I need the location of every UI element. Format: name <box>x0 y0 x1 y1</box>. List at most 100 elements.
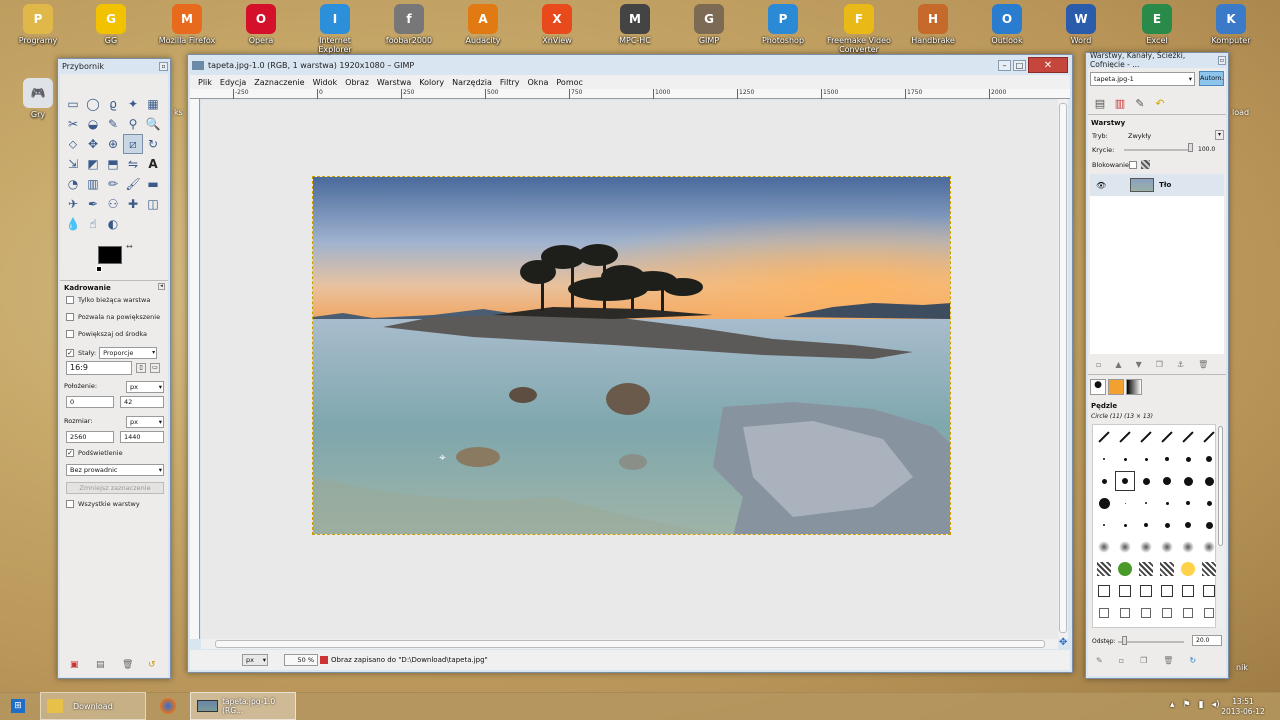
brush-cell[interactable] <box>1178 449 1198 469</box>
menu-item-8[interactable]: Filtry <box>500 78 520 87</box>
tab-undo-icon[interactable]: ↶ <box>1150 95 1170 111</box>
brush-cell[interactable] <box>1136 449 1156 469</box>
brush-cell[interactable] <box>1178 559 1198 579</box>
duplicate-layer-icon[interactable]: ❐ <box>1156 360 1163 369</box>
delete-options-icon[interactable]: 🗑 <box>122 660 133 670</box>
brush-cell[interactable] <box>1094 427 1114 447</box>
text-icon[interactable]: A <box>143 154 163 174</box>
brush-cell[interactable] <box>1115 427 1135 447</box>
brush-cell[interactable] <box>1178 493 1198 513</box>
tab-gradients-icon[interactable] <box>1126 379 1142 395</box>
dock-titlebar[interactable]: Warstwy, Kanały, Ścieżki, Cofnięcie - ..… <box>1086 51 1228 69</box>
brush-cell[interactable] <box>1094 449 1114 469</box>
brush-cell[interactable] <box>1199 449 1219 469</box>
brush-cell[interactable] <box>1136 493 1156 513</box>
taskbar-download[interactable]: Download <box>40 692 146 720</box>
brush-cell[interactable] <box>1115 581 1135 601</box>
new-layer-icon[interactable]: ▫ <box>1096 360 1101 369</box>
duplicate-brush-icon[interactable]: ❐ <box>1140 656 1147 665</box>
brush-cell[interactable] <box>1094 471 1114 491</box>
checkbox-checked[interactable]: ✓ <box>66 349 74 357</box>
align-icon[interactable]: ⊕ <box>103 134 123 154</box>
brush-cell[interactable] <box>1199 427 1219 447</box>
brush-scrollbar[interactable] <box>1217 424 1224 628</box>
brush-cell[interactable] <box>1115 471 1135 491</box>
ratio-input[interactable]: 16:9 <box>66 361 132 375</box>
menu-item-3[interactable]: Widok <box>313 78 338 87</box>
checkbox[interactable] <box>66 296 74 304</box>
menu-item-6[interactable]: Kolory <box>419 78 444 87</box>
brush-cell[interactable] <box>1157 493 1177 513</box>
opt-expand-center[interactable]: Powiększaj od środka <box>66 330 147 338</box>
opacity-value[interactable]: 100.0 <box>1198 146 1215 153</box>
paths-icon[interactable]: ✎ <box>103 114 123 134</box>
menu-item-10[interactable]: Pomoc <box>556 78 583 87</box>
brush-grid[interactable] <box>1092 424 1216 628</box>
navigate-icon[interactable]: ✥ <box>1059 637 1067 648</box>
clone-icon[interactable]: ⚇ <box>103 194 123 214</box>
brush-cell[interactable] <box>1178 603 1198 623</box>
image-canvas[interactable] <box>312 176 951 535</box>
zoom-select[interactable]: 50 % <box>284 654 318 666</box>
taskbar-gimp[interactable]: tapeta.jpg-1.0 (RG... <box>190 692 296 720</box>
shrink-selection-button[interactable]: Zmniejsz zaznaczenie <box>66 482 164 494</box>
opt-highlight[interactable]: ✓ Podświetlenie <box>66 449 123 457</box>
lasso-icon[interactable]: ϱ <box>103 94 123 114</box>
edit-brush-icon[interactable]: ✎ <box>1096 656 1103 665</box>
zoom-icon[interactable]: 🔍 <box>143 114 163 134</box>
menu-item-5[interactable]: Warstwa <box>377 78 411 87</box>
smudge-icon[interactable]: ☝ <box>83 214 103 234</box>
image-select[interactable]: tapeta.jpg-1 ▾ <box>1090 72 1195 86</box>
size-unit-select[interactable]: px ▾ <box>126 416 164 428</box>
canvas-area[interactable]: ⌖ <box>201 100 1058 639</box>
tab-patterns-icon[interactable] <box>1108 379 1124 395</box>
brush-cell[interactable] <box>1157 559 1177 579</box>
start-button[interactable]: ⊞ <box>4 692 32 720</box>
blend-icon[interactable]: ▥ <box>83 174 103 194</box>
tool-options-menu-icon[interactable]: ◂ <box>158 283 165 290</box>
default-colors-icon[interactable] <box>96 266 102 272</box>
rect-select-icon[interactable]: ▭ <box>63 94 83 114</box>
desktop-icon-8[interactable]: M MPC-HC <box>602 4 668 45</box>
menu-item-2[interactable]: Zaznaczenie <box>254 78 304 87</box>
anchor-icon[interactable]: ⚓ <box>1177 360 1184 369</box>
desktop-icon-1[interactable]: G GG <box>78 4 144 45</box>
lock-pixels-checkbox[interactable] <box>1129 161 1137 169</box>
brush-cell[interactable] <box>1136 515 1156 535</box>
blur-icon[interactable]: 💧 <box>63 214 83 234</box>
tray-arrow-icon[interactable]: ▴ <box>1170 700 1175 710</box>
size-height-input[interactable]: 1440 <box>120 431 164 443</box>
close-button[interactable]: ✕ <box>1028 57 1068 73</box>
desktop-icon-2[interactable]: M Mozilla Firefox <box>154 4 220 45</box>
desktop-icon-10[interactable]: P Photoshop <box>750 4 816 45</box>
network-icon[interactable]: ▮ <box>1199 700 1204 710</box>
save-options-icon[interactable]: ▣ <box>70 660 79 670</box>
desktop-icon-3[interactable]: O Opera <box>228 4 294 45</box>
brush-cell[interactable] <box>1136 427 1156 447</box>
unit-select[interactable]: px ▾ <box>242 654 268 666</box>
brush-cell[interactable] <box>1115 603 1135 623</box>
opt-allow-growing[interactable]: Pozwala na powiększenie <box>66 313 160 321</box>
opacity-slider[interactable] <box>1124 149 1188 151</box>
maximize-button[interactable]: □ <box>1013 59 1026 71</box>
gimp-titlebar[interactable]: tapeta.jpg-1.0 (RGB, 1 warstwa) 1920x108… <box>188 55 1072 75</box>
desktop-icon-7[interactable]: X XnView <box>524 4 590 45</box>
brush-cell[interactable] <box>1199 471 1219 491</box>
raise-layer-icon[interactable]: ▲ <box>1115 360 1121 369</box>
opacity-slider-handle[interactable] <box>1188 143 1193 152</box>
desktop-icon-16[interactable]: K Komputer <box>1198 4 1264 45</box>
position-y-input[interactable]: 42 <box>120 396 164 408</box>
perspective-icon[interactable]: ⬒ <box>103 154 123 174</box>
menu-item-7[interactable]: Narzędzia <box>452 78 492 87</box>
brush-cell[interactable] <box>1178 537 1198 557</box>
brush-cell[interactable] <box>1094 603 1114 623</box>
desktop-icon-0[interactable]: P Programy <box>5 4 71 45</box>
brush-cell[interactable] <box>1094 515 1114 535</box>
layer-row[interactable]: 👁 Tło <box>1090 174 1224 196</box>
mode-value[interactable]: Zwykły <box>1128 132 1151 140</box>
brush-cell[interactable] <box>1157 427 1177 447</box>
menu-item-0[interactable]: Plik <box>198 78 212 87</box>
checkbox[interactable] <box>66 500 74 508</box>
brush-cell[interactable] <box>1178 471 1198 491</box>
toolbox-close-button[interactable]: ▫ <box>159 61 168 71</box>
